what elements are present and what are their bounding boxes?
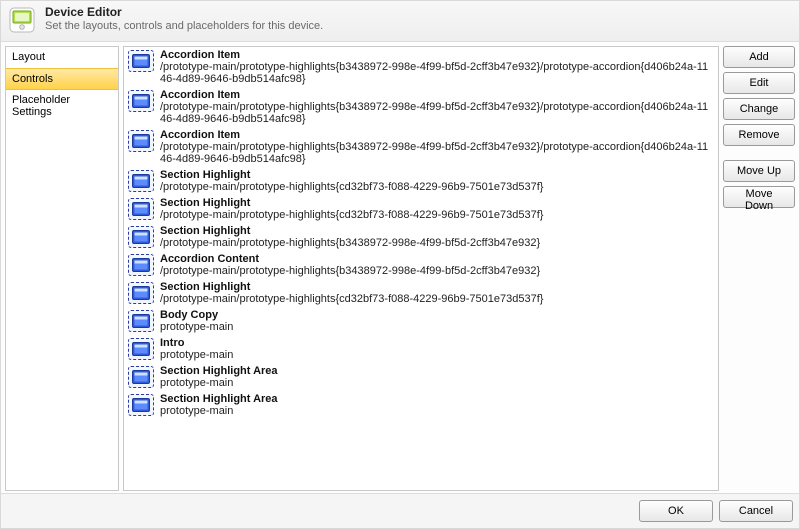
list-item-path: /prototype-main/prototype-highlights{cd3… [160, 293, 543, 305]
list-item-text: Accordion Item/prototype-main/prototype-… [160, 49, 714, 85]
list-item-title: Intro [160, 337, 233, 349]
dialog-footer: OK Cancel [1, 493, 799, 528]
controls-list[interactable]: Accordion Item/prototype-main/prototype-… [123, 46, 719, 491]
action-button-column: Add Edit Change Remove Move Up Move Down [723, 46, 795, 491]
list-item[interactable]: Accordion Item/prototype-main/prototype-… [126, 129, 718, 169]
list-item-path: /prototype-main/prototype-highlights{b34… [160, 265, 540, 277]
list-item-text: Introprototype-main [160, 337, 233, 361]
remove-button[interactable]: Remove [723, 124, 795, 146]
dialog-title: Device Editor [45, 5, 323, 19]
list-item-title: Accordion Item [160, 89, 714, 101]
layout-placeholder-icon [128, 366, 154, 388]
device-icon [7, 5, 37, 35]
device-editor-dialog: Device Editor Set the layouts, controls … [0, 0, 800, 529]
list-item[interactable]: Section Highlight/prototype-main/prototy… [126, 169, 718, 197]
dialog-subtitle: Set the layouts, controls and placeholde… [45, 20, 323, 32]
list-item[interactable]: Section Highlight/prototype-main/prototy… [126, 197, 718, 225]
list-item-title: Section Highlight Area [160, 365, 278, 377]
list-item[interactable]: Accordion Content/prototype-main/prototy… [126, 253, 718, 281]
list-item-title: Accordion Item [160, 129, 714, 141]
list-item-title: Section Highlight [160, 281, 543, 293]
list-item-text: Accordion Item/prototype-main/prototype-… [160, 129, 714, 165]
layout-placeholder-icon [128, 130, 154, 152]
list-item-text: Accordion Item/prototype-main/prototype-… [160, 89, 714, 125]
layout-placeholder-icon [128, 50, 154, 72]
layout-placeholder-icon [128, 170, 154, 192]
layout-placeholder-icon [128, 254, 154, 276]
edit-button[interactable]: Edit [723, 72, 795, 94]
list-item-text: Body Copyprototype-main [160, 309, 233, 333]
sidebar: Layout Controls Placeholder Settings [5, 46, 119, 491]
list-item-text: Accordion Content/prototype-main/prototy… [160, 253, 540, 277]
layout-placeholder-icon [128, 282, 154, 304]
move-down-button[interactable]: Move Down [723, 186, 795, 208]
list-item[interactable]: Section Highlight/prototype-main/prototy… [126, 225, 718, 253]
list-item-title: Section Highlight [160, 169, 543, 181]
list-item-text: Section Highlight/prototype-main/prototy… [160, 281, 543, 305]
layout-placeholder-icon [128, 310, 154, 332]
list-item[interactable]: Section Highlight Areaprototype-main [126, 365, 718, 393]
list-item-path: prototype-main [160, 321, 233, 333]
dialog-header: Device Editor Set the layouts, controls … [1, 1, 799, 42]
list-item-path: /prototype-main/prototype-highlights{b34… [160, 141, 714, 165]
ok-button[interactable]: OK [639, 500, 713, 522]
sidebar-item-label: Controls [12, 73, 53, 85]
sidebar-item-label: Layout [12, 51, 45, 63]
list-item-path: /prototype-main/prototype-highlights{cd3… [160, 181, 543, 193]
list-item-title: Accordion Item [160, 49, 714, 61]
layout-placeholder-icon [128, 394, 154, 416]
add-button[interactable]: Add [723, 46, 795, 68]
layout-placeholder-icon [128, 198, 154, 220]
sidebar-item-label: Placeholder Settings [12, 94, 70, 118]
list-item[interactable]: Introprototype-main [126, 337, 718, 365]
list-item-title: Body Copy [160, 309, 233, 321]
dialog-body: Layout Controls Placeholder Settings Acc… [1, 42, 799, 493]
move-up-button[interactable]: Move Up [723, 160, 795, 182]
layout-placeholder-icon [128, 338, 154, 360]
list-item-title: Section Highlight [160, 225, 540, 237]
list-item-path: prototype-main [160, 405, 278, 417]
list-item-path: /prototype-main/prototype-highlights{b34… [160, 61, 714, 85]
cancel-button[interactable]: Cancel [719, 500, 793, 522]
list-item-path: /prototype-main/prototype-highlights{b34… [160, 237, 540, 249]
list-item-text: Section Highlight/prototype-main/prototy… [160, 197, 543, 221]
list-item[interactable]: Body Copyprototype-main [126, 309, 718, 337]
list-item-title: Accordion Content [160, 253, 540, 265]
list-item-path: prototype-main [160, 349, 233, 361]
sidebar-item-placeholder-settings[interactable]: Placeholder Settings [6, 90, 118, 123]
list-item-text: Section Highlight Areaprototype-main [160, 393, 278, 417]
list-item-text: Section Highlight/prototype-main/prototy… [160, 169, 543, 193]
list-item-title: Section Highlight [160, 197, 543, 209]
list-item-path: /prototype-main/prototype-highlights{b34… [160, 101, 714, 125]
list-item-path: prototype-main [160, 377, 278, 389]
list-item[interactable]: Section Highlight/prototype-main/prototy… [126, 281, 718, 309]
list-item-path: /prototype-main/prototype-highlights{cd3… [160, 209, 543, 221]
change-button[interactable]: Change [723, 98, 795, 120]
list-item-text: Section Highlight/prototype-main/prototy… [160, 225, 540, 249]
list-item[interactable]: Accordion Item/prototype-main/prototype-… [126, 49, 718, 89]
sidebar-item-controls[interactable]: Controls [6, 68, 118, 90]
layout-placeholder-icon [128, 226, 154, 248]
list-item-title: Section Highlight Area [160, 393, 278, 405]
list-item-text: Section Highlight Areaprototype-main [160, 365, 278, 389]
sidebar-item-layout[interactable]: Layout [6, 47, 118, 68]
list-item[interactable]: Accordion Item/prototype-main/prototype-… [126, 89, 718, 129]
layout-placeholder-icon [128, 90, 154, 112]
list-item[interactable]: Section Highlight Areaprototype-main [126, 393, 718, 421]
